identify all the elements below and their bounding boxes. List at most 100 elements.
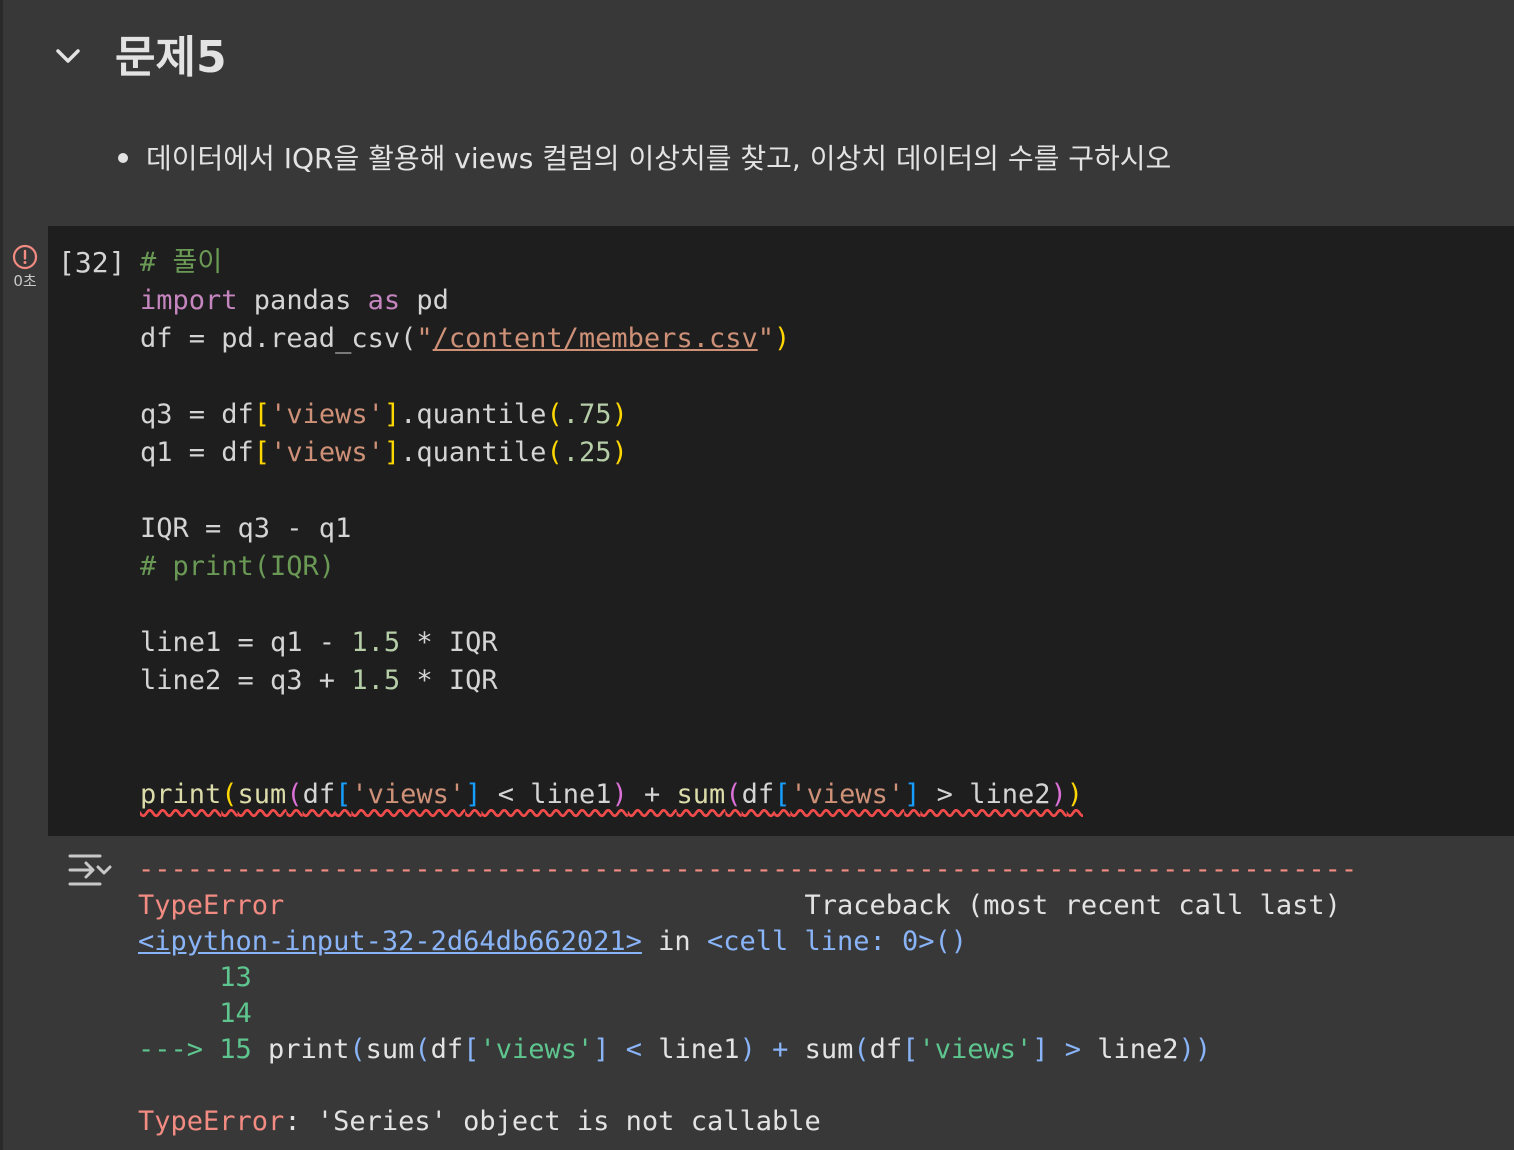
error-circle-icon[interactable] xyxy=(12,244,38,270)
code-token: ( xyxy=(286,779,303,810)
code-token: pd xyxy=(400,285,449,316)
traceback-line-number: 13 xyxy=(219,962,252,993)
code-token: * IQR xyxy=(400,665,498,696)
code-token: 1.5 xyxy=(351,627,401,658)
tb-token: sum xyxy=(365,1034,415,1065)
section-header: 문제5 xyxy=(0,0,1514,115)
code-token: IQR = q3 - q1 xyxy=(140,513,352,544)
ipython-input-link[interactable]: <ipython-input-32-2d64db662021> xyxy=(138,926,642,957)
tb-token: [ xyxy=(463,1034,480,1065)
code-token: < line1 xyxy=(481,779,612,810)
cell-gutter xyxy=(0,226,48,836)
code-token: [ xyxy=(253,399,271,430)
code-token: [ xyxy=(253,437,271,468)
tb-token: line2 xyxy=(1097,1034,1179,1065)
code-token: ] xyxy=(383,437,401,468)
code-token: ( xyxy=(546,399,563,430)
code-token: as xyxy=(367,285,401,316)
traceback-header: Traceback (most recent call last) xyxy=(804,890,1341,921)
code-token: 'views' xyxy=(270,437,384,468)
traceback-separator: ----------------------------------------… xyxy=(138,854,1358,885)
tb-token: df xyxy=(869,1034,903,1065)
chevron-down-icon[interactable] xyxy=(52,40,84,72)
code-token: .quantile xyxy=(400,399,547,430)
code-token: 'views' xyxy=(270,399,384,430)
error-output: ----------------------------------------… xyxy=(138,852,1357,1140)
code-token: ) xyxy=(1066,779,1083,810)
code-comment: # print(IQR) xyxy=(140,551,336,582)
code-token: 'views' xyxy=(351,779,466,810)
code-token: line2 = q3 + xyxy=(140,665,352,696)
traceback-cell-line: <cell line: 0>() xyxy=(706,926,968,957)
code-token: ] xyxy=(465,779,482,810)
code-token: ) xyxy=(773,323,791,354)
code-token: .75 xyxy=(562,399,612,430)
traceback-arrow: ---> xyxy=(138,1034,220,1065)
code-token: ) xyxy=(1050,779,1067,810)
tb-token: + xyxy=(755,1034,805,1065)
code-comment: # 풀이 xyxy=(140,247,223,278)
code-token: + xyxy=(627,779,677,810)
code-token: import xyxy=(140,285,238,316)
error-highlighted-line[interactable]: print(sum(df['views'] < line1) + sum(df[… xyxy=(140,779,1083,810)
code-token: sum xyxy=(237,779,287,810)
tb-token: )) xyxy=(1178,1034,1212,1065)
code-token: df xyxy=(302,779,336,810)
code-token: ( xyxy=(725,779,742,810)
code-token: ) xyxy=(611,779,628,810)
code-token: ( xyxy=(221,779,238,810)
error-type: TypeError xyxy=(138,890,285,921)
code-token: ] xyxy=(383,399,401,430)
code-token: line1 = q1 - xyxy=(140,627,352,658)
code-token: .25 xyxy=(562,437,612,468)
code-token: " xyxy=(757,323,774,354)
tb-token: [ xyxy=(902,1034,919,1065)
output-collapse-icon[interactable] xyxy=(66,850,112,890)
tb-token: line1 xyxy=(658,1034,740,1065)
tb-token: ( xyxy=(349,1034,366,1065)
tb-token: ] xyxy=(593,1034,610,1065)
code-token: pandas xyxy=(237,285,368,316)
code-token: ( xyxy=(546,437,563,468)
tb-token: df xyxy=(430,1034,464,1065)
code-token: df xyxy=(741,779,775,810)
code-editor[interactable]: # 풀이 import pandas as pd df = pd.read_cs… xyxy=(140,244,1083,814)
traceback-line-number: 15 xyxy=(219,1034,252,1065)
tb-token: 'views' xyxy=(479,1034,594,1065)
traceback-in: in xyxy=(641,926,707,957)
code-token: [ xyxy=(335,779,352,810)
problem-description: 데이터에서 IQR을 활용해 views 컬럼의 이상치를 찾고, 이상치 데이… xyxy=(112,138,1171,180)
code-token: [ xyxy=(774,779,791,810)
code-token: * IQR xyxy=(400,627,498,658)
tb-token: print xyxy=(251,1034,350,1065)
tb-token: < xyxy=(609,1034,659,1065)
tb-token: ( xyxy=(414,1034,431,1065)
code-token: sum xyxy=(676,779,726,810)
code-file-link[interactable]: /content/members.csv xyxy=(433,323,758,354)
code-token: ] xyxy=(904,779,921,810)
tb-token: 'views' xyxy=(918,1034,1033,1065)
code-token: ) xyxy=(611,399,628,430)
final-error-message: : 'Series' object is not callable xyxy=(284,1106,821,1137)
tb-token: > xyxy=(1048,1034,1098,1065)
tb-token: ] xyxy=(1032,1034,1049,1065)
execution-time: 0초 xyxy=(13,272,37,290)
tb-token: sum xyxy=(804,1034,854,1065)
code-token: q1 = df xyxy=(140,437,254,468)
code-token: q3 = df xyxy=(140,399,254,430)
tb-token: ( xyxy=(853,1034,870,1065)
code-token: .quantile xyxy=(400,437,547,468)
code-token: " xyxy=(416,323,433,354)
execution-count: [32] xyxy=(58,246,126,279)
problem-text: 데이터에서 IQR을 활용해 views 컬럼의 이상치를 찾고, 이상치 데이… xyxy=(146,142,1172,175)
code-token: print xyxy=(140,779,222,810)
code-token: ) xyxy=(611,437,628,468)
tb-token: ) xyxy=(739,1034,756,1065)
section-title: 문제5 xyxy=(115,32,227,83)
code-token: > line2 xyxy=(920,779,1051,810)
code-token: 1.5 xyxy=(351,665,401,696)
code-token: 'views' xyxy=(790,779,905,810)
traceback-line-number: 14 xyxy=(219,998,252,1029)
bullet-icon xyxy=(118,152,128,163)
final-error-type: TypeError xyxy=(138,1106,285,1137)
